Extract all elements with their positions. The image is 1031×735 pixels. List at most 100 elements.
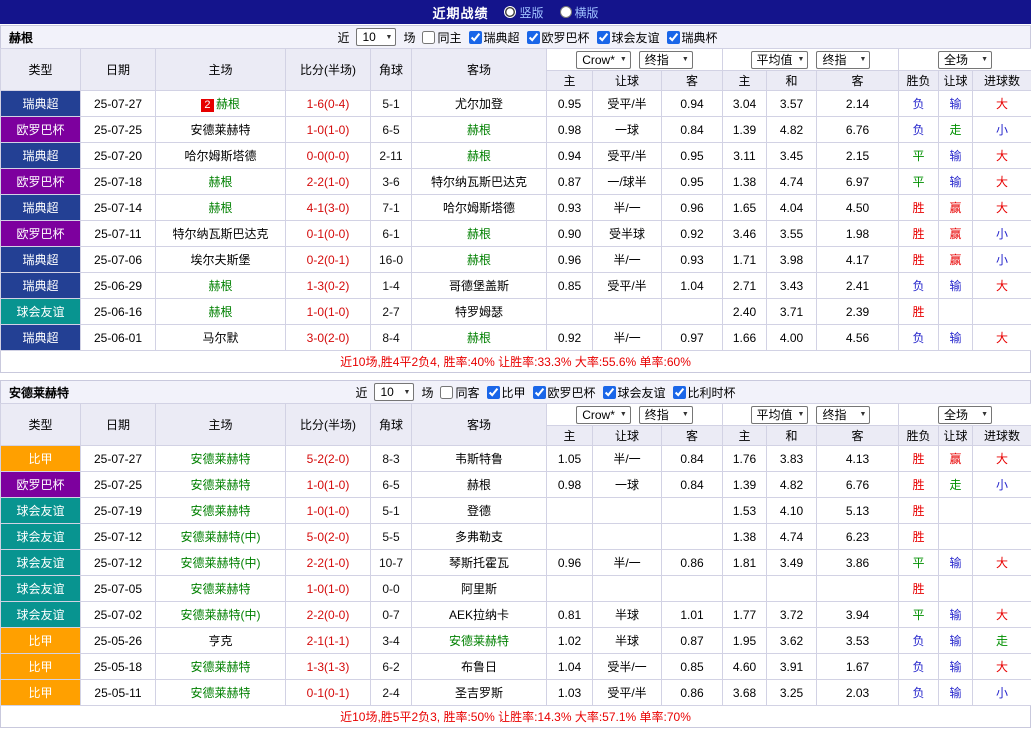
avg-final-select[interactable]: 终指 ▼ bbox=[816, 51, 870, 69]
match-count-select[interactable]: 10 ▼ bbox=[356, 28, 396, 46]
league-checkbox[interactable] bbox=[597, 31, 610, 44]
away-team[interactable]: 多弗勒支 bbox=[412, 524, 547, 550]
avg-company-select[interactable]: 平均值 ▼ bbox=[751, 406, 809, 424]
away-team-name: 特罗姆瑟 bbox=[455, 305, 503, 319]
away-team[interactable]: 哥德堡盖斯 bbox=[412, 273, 547, 299]
match-score[interactable]: 1-0(1-0) bbox=[286, 299, 371, 325]
away-team[interactable]: 赫根 bbox=[412, 143, 547, 169]
league-filter[interactable]: 比利时杯 bbox=[673, 384, 736, 401]
away-team[interactable]: 安德莱赫特 bbox=[412, 628, 547, 654]
match-score[interactable]: 1-0(1-0) bbox=[286, 576, 371, 602]
odds-handicap: 半/一 bbox=[593, 325, 662, 351]
match-score[interactable]: 3-0(2-0) bbox=[286, 325, 371, 351]
vertical-radio[interactable] bbox=[504, 6, 516, 18]
horizontal-radio[interactable] bbox=[560, 6, 572, 18]
league-checkbox[interactable] bbox=[667, 31, 680, 44]
away-team[interactable]: 布鲁日 bbox=[412, 654, 547, 680]
match-score[interactable]: 0-1(0-1) bbox=[286, 680, 371, 706]
match-score[interactable]: 2-2(1-0) bbox=[286, 550, 371, 576]
league-checkbox[interactable] bbox=[603, 386, 616, 399]
corner-score: 8-4 bbox=[371, 325, 412, 351]
league-filter[interactable]: 球会友谊 bbox=[597, 29, 660, 46]
home-team[interactable]: 安德莱赫特 bbox=[156, 472, 286, 498]
league-checkbox[interactable] bbox=[533, 386, 546, 399]
away-team[interactable]: 圣吉罗斯 bbox=[412, 680, 547, 706]
match-score[interactable]: 1-3(1-3) bbox=[286, 654, 371, 680]
away-team[interactable]: 赫根 bbox=[412, 247, 547, 273]
home-team[interactable]: 安德莱赫特 bbox=[156, 117, 286, 143]
fulltime-select[interactable]: 全场 ▼ bbox=[938, 406, 992, 424]
away-team[interactable]: 特罗姆瑟 bbox=[412, 299, 547, 325]
fulltime-select[interactable]: 全场 ▼ bbox=[938, 51, 992, 69]
home-team[interactable]: 安德莱赫特(中) bbox=[156, 602, 286, 628]
away-team[interactable]: 赫根 bbox=[412, 472, 547, 498]
avg-company-select[interactable]: 平均值 ▼ bbox=[751, 51, 809, 69]
match-score[interactable]: 1-0(1-0) bbox=[286, 117, 371, 143]
home-team[interactable]: 赫根 bbox=[156, 273, 286, 299]
layout-option-vertical[interactable]: 竖版 bbox=[504, 4, 543, 21]
league-filter[interactable]: 球会友谊 bbox=[603, 384, 666, 401]
away-team[interactable]: 登德 bbox=[412, 498, 547, 524]
avg-draw: 3.71 bbox=[767, 299, 817, 325]
away-team[interactable]: 尤尔加登 bbox=[412, 91, 547, 117]
league-filter[interactable]: 瑞典超 bbox=[469, 29, 520, 46]
away-team[interactable]: 赫根 bbox=[412, 325, 547, 351]
away-team[interactable]: 哈尔姆斯塔德 bbox=[412, 195, 547, 221]
away-team[interactable]: 阿里斯 bbox=[412, 576, 547, 602]
home-team[interactable]: 马尔默 bbox=[156, 325, 286, 351]
away-team[interactable]: 琴斯托霍瓦 bbox=[412, 550, 547, 576]
away-team[interactable]: 特尔纳瓦斯巴达克 bbox=[412, 169, 547, 195]
home-team[interactable]: 特尔纳瓦斯巴达克 bbox=[156, 221, 286, 247]
odds-final-select[interactable]: 终指 ▼ bbox=[639, 406, 693, 424]
match-score[interactable]: 1-6(0-4) bbox=[286, 91, 371, 117]
same-venue-checkbox[interactable] bbox=[440, 386, 453, 399]
home-team[interactable]: 安德莱赫特 bbox=[156, 446, 286, 472]
home-team[interactable]: 亨克 bbox=[156, 628, 286, 654]
home-team[interactable]: 安德莱赫特 bbox=[156, 576, 286, 602]
odds-final-select[interactable]: 终指 ▼ bbox=[639, 51, 693, 69]
avg-final-select[interactable]: 终指 ▼ bbox=[816, 406, 870, 424]
away-team[interactable]: 韦斯特鲁 bbox=[412, 446, 547, 472]
odds-company-select[interactable]: Crow* ▼ bbox=[576, 406, 631, 424]
league-checkbox[interactable] bbox=[527, 31, 540, 44]
match-score[interactable]: 1-3(0-2) bbox=[286, 273, 371, 299]
league-checkbox[interactable] bbox=[469, 31, 482, 44]
league-filter[interactable]: 欧罗巴杯 bbox=[527, 29, 590, 46]
match-score[interactable]: 2-2(1-0) bbox=[286, 169, 371, 195]
away-team[interactable]: 赫根 bbox=[412, 221, 547, 247]
home-team[interactable]: 赫根 bbox=[156, 299, 286, 325]
league-filter[interactable]: 比甲 bbox=[487, 384, 526, 401]
same-venue-checkbox[interactable] bbox=[422, 31, 435, 44]
odds-company-select[interactable]: Crow* ▼ bbox=[576, 51, 631, 69]
home-team[interactable]: 哈尔姆斯塔德 bbox=[156, 143, 286, 169]
league-filter[interactable]: 瑞典杯 bbox=[667, 29, 718, 46]
match-score[interactable]: 5-2(2-0) bbox=[286, 446, 371, 472]
home-team[interactable]: 赫根 bbox=[156, 169, 286, 195]
match-score[interactable]: 1-0(1-0) bbox=[286, 498, 371, 524]
home-team[interactable]: 安德莱赫特 bbox=[156, 498, 286, 524]
match-count-select[interactable]: 10 ▼ bbox=[374, 383, 414, 401]
home-team[interactable]: 2赫根 bbox=[156, 91, 286, 117]
away-team[interactable]: AEK拉纳卡 bbox=[412, 602, 547, 628]
home-team[interactable]: 埃尔夫斯堡 bbox=[156, 247, 286, 273]
home-team[interactable]: 安德莱赫特 bbox=[156, 680, 286, 706]
home-team[interactable]: 赫根 bbox=[156, 195, 286, 221]
home-team[interactable]: 安德莱赫特 bbox=[156, 654, 286, 680]
same-venue-filter[interactable]: 同主 bbox=[422, 29, 461, 46]
match-score[interactable]: 0-0(0-0) bbox=[286, 143, 371, 169]
home-team[interactable]: 安德莱赫特(中) bbox=[156, 524, 286, 550]
league-filter[interactable]: 欧罗巴杯 bbox=[533, 384, 596, 401]
match-score[interactable]: 0-2(0-1) bbox=[286, 247, 371, 273]
away-team[interactable]: 赫根 bbox=[412, 117, 547, 143]
match-score[interactable]: 1-0(1-0) bbox=[286, 472, 371, 498]
match-score[interactable]: 2-2(0-0) bbox=[286, 602, 371, 628]
league-checkbox[interactable] bbox=[673, 386, 686, 399]
same-venue-filter[interactable]: 同客 bbox=[440, 384, 479, 401]
match-score[interactable]: 2-1(1-1) bbox=[286, 628, 371, 654]
league-checkbox[interactable] bbox=[487, 386, 500, 399]
match-score[interactable]: 0-1(0-0) bbox=[286, 221, 371, 247]
match-score[interactable]: 5-0(2-0) bbox=[286, 524, 371, 550]
match-score[interactable]: 4-1(3-0) bbox=[286, 195, 371, 221]
home-team[interactable]: 安德莱赫特(中) bbox=[156, 550, 286, 576]
layout-option-horizontal[interactable]: 横版 bbox=[560, 4, 599, 21]
